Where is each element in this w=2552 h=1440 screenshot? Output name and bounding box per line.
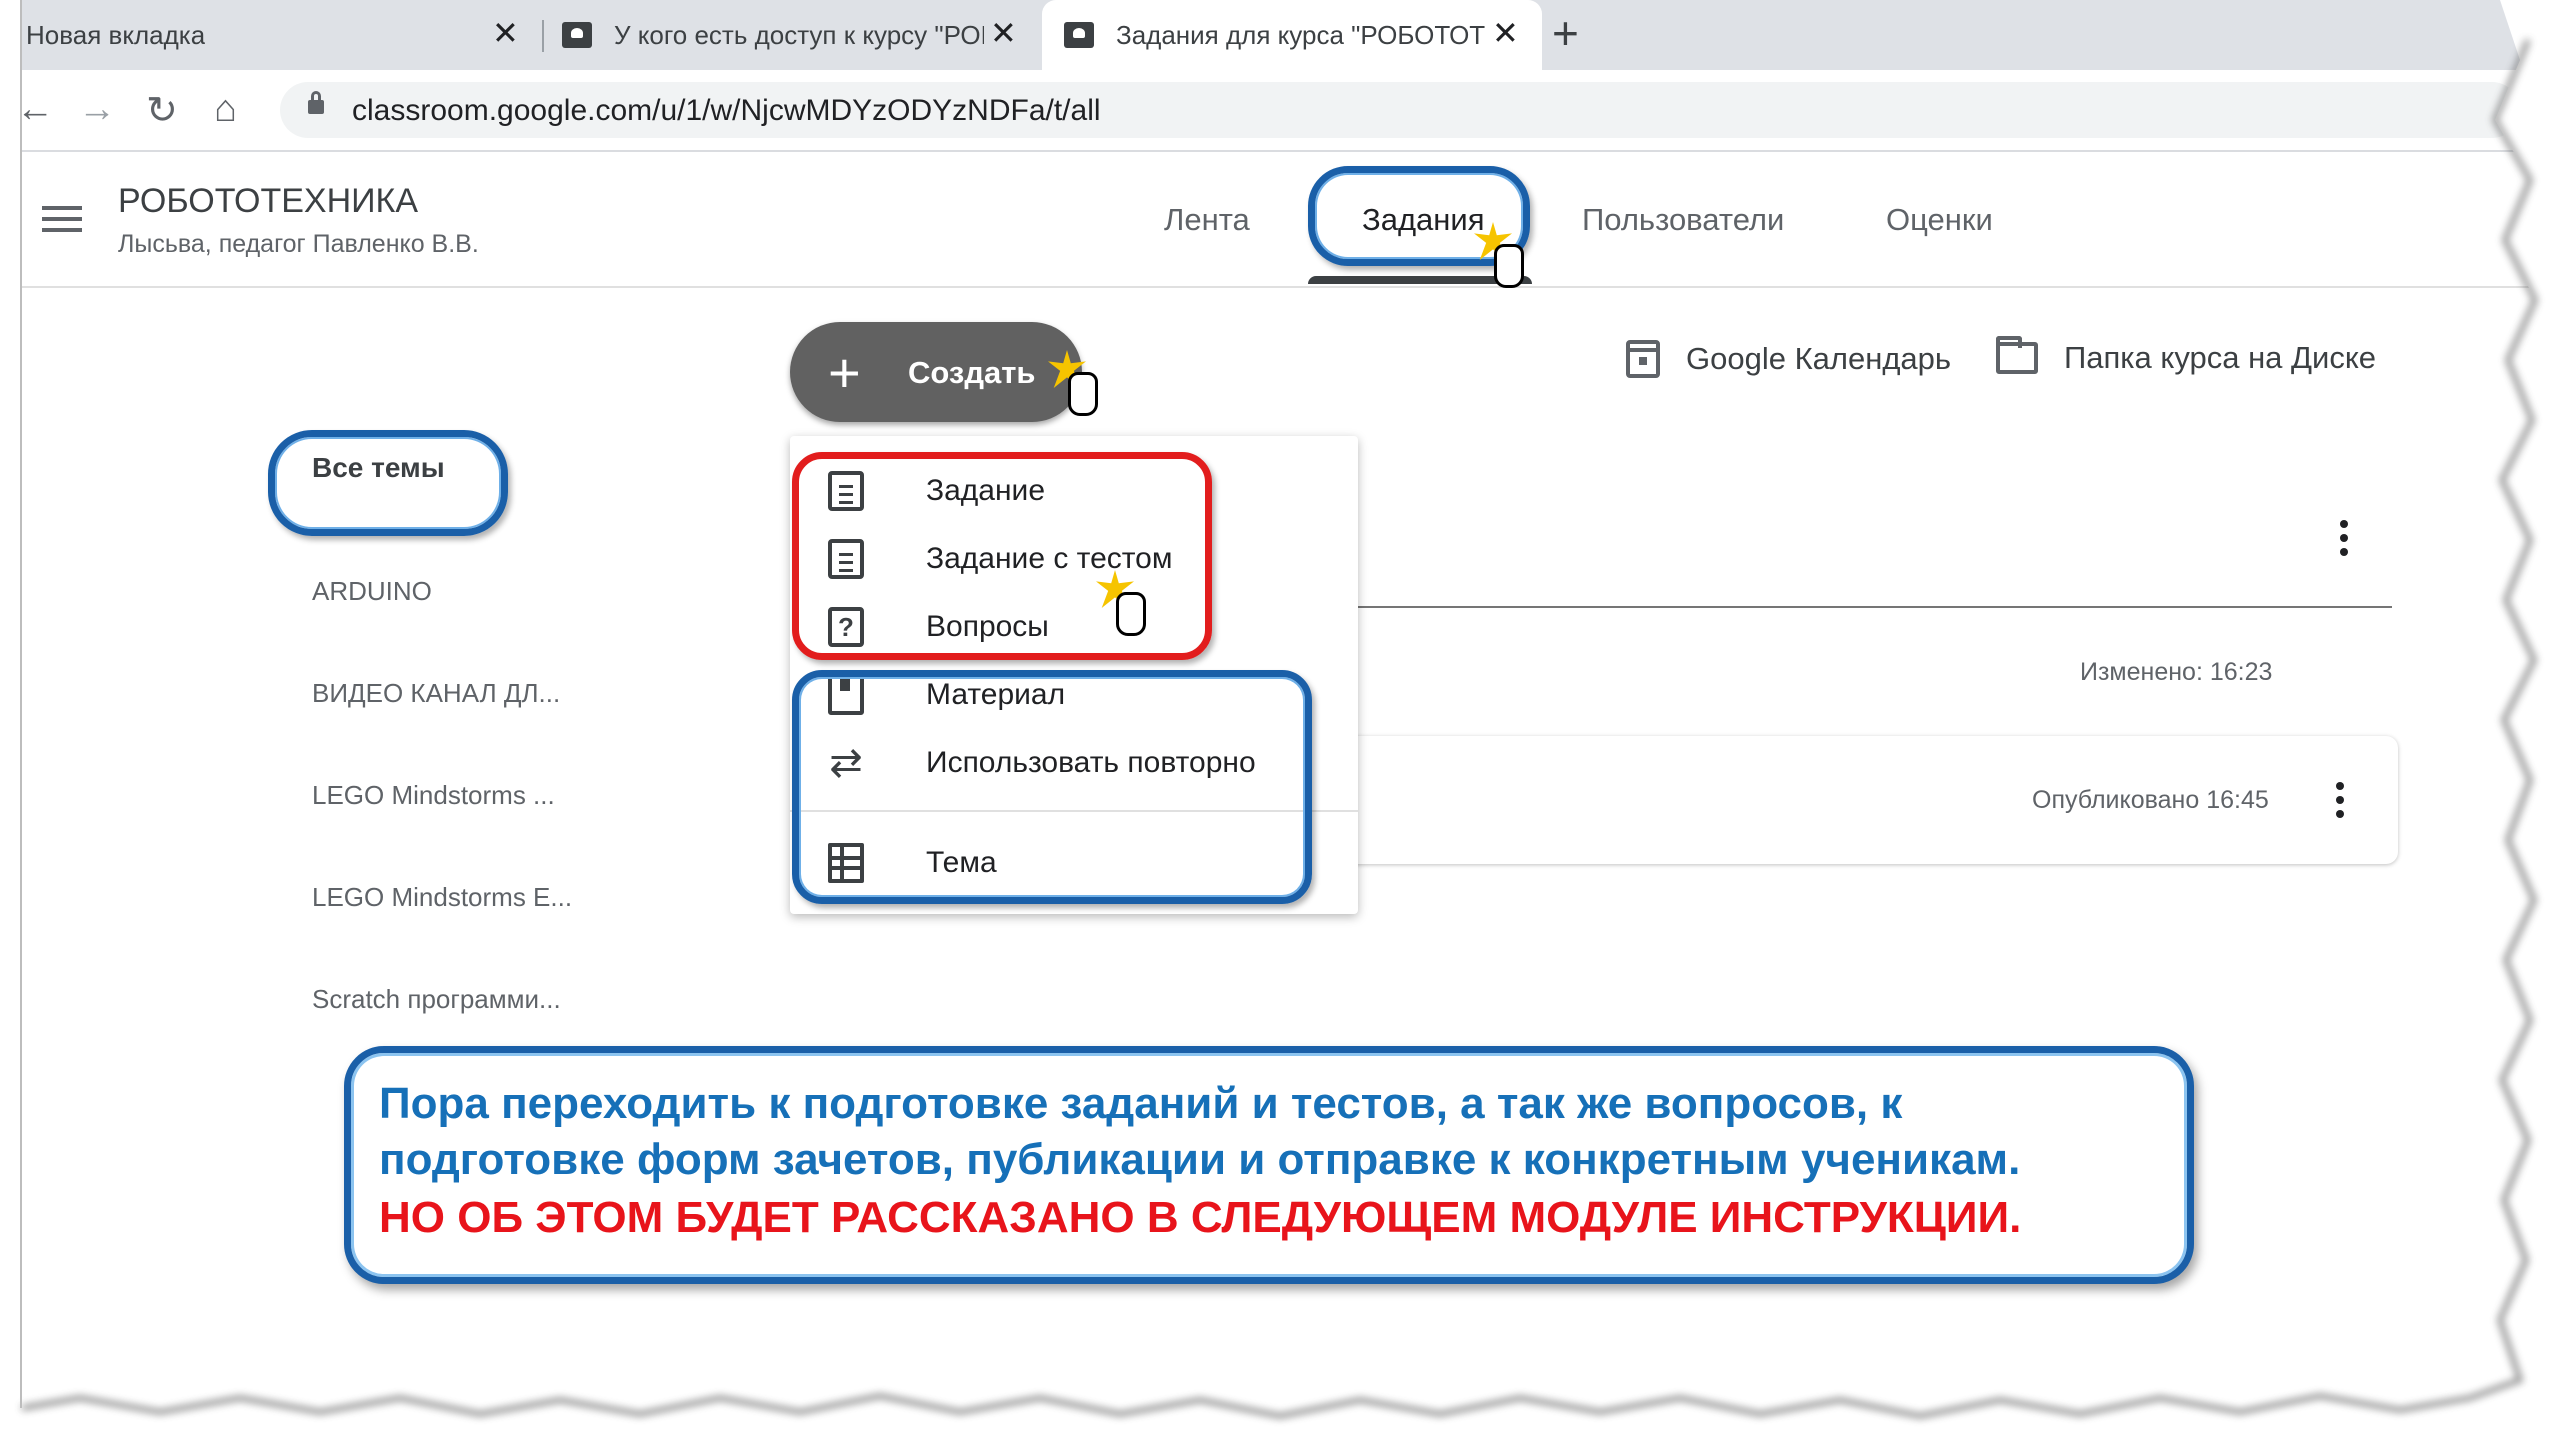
drive-folder-link[interactable]: Папка курса на Диске (1996, 336, 2376, 376)
note-line-3: НО ОБ ЭТОМ БУДЕТ РАССКАЗАНО В СЛЕДУЮЩЕМ … (379, 1193, 2022, 1242)
course-subtitle: Лысьва, педагог Павленко В.В. (118, 230, 479, 258)
tab-title: Новая вкладка (26, 19, 206, 50)
google-calendar-link[interactable]: Google Календарь (1626, 340, 1951, 378)
highlight-all-topics (268, 430, 508, 536)
close-icon[interactable]: ✕ (990, 14, 1017, 52)
highlight-other-items (792, 670, 1312, 904)
tab-grades[interactable]: Оценки (1886, 202, 1993, 238)
tab-title: Задания для курса "РОБОТОТЕХ (1116, 19, 1486, 50)
lock-icon (308, 91, 324, 114)
click-cursor-icon (1096, 570, 1154, 640)
back-arrow-icon[interactable]: ← (22, 88, 54, 131)
topic-item[interactable]: ВИДЕО КАНАЛ ДЛ... (312, 678, 560, 709)
browser-tab-access[interactable]: У кого есть доступ к курсу "РОБ ✕ (562, 0, 1032, 70)
address-bar[interactable]: classroom.google.com/u/1/w/NjcwMDYzODYzN… (280, 82, 2520, 138)
more-options-icon[interactable] (2340, 520, 2348, 560)
modified-time: Изменено: 16:23 (2080, 658, 2273, 686)
note-line-2: подготовке форм зачетов, публикации и от… (379, 1135, 2021, 1184)
create-button[interactable]: + Создать (790, 322, 1082, 422)
topic-item[interactable]: LEGO Mindstorms E... (312, 882, 572, 913)
topic-divider (1322, 606, 2392, 608)
home-icon[interactable]: ⌂ (214, 88, 237, 131)
published-time: Опубликовано 16:45 (2032, 786, 2269, 814)
click-cursor-icon (1474, 222, 1532, 292)
click-cursor-icon (1048, 350, 1106, 420)
browser-toolbar: ← → ↻ ⌂ classroom.google.com/u/1/w/NjcwM… (22, 70, 2532, 152)
tab-people[interactable]: Пользователи (1582, 202, 1784, 238)
calendar-link-label: Google Календарь (1686, 341, 1952, 376)
main-menu-icon[interactable] (42, 206, 82, 232)
forward-arrow-icon[interactable]: → (78, 88, 116, 131)
note-line-1: Пора переходить к подготовке заданий и т… (379, 1079, 1903, 1128)
classroom-header: РОБОТОТЕХНИКА Лысьва, педагог Павленко В… (22, 152, 2532, 288)
classroom-favicon-icon (1064, 22, 1094, 48)
screenshot-frame: Новая вкладка ✕ У кого есть доступ к кур… (22, 0, 2532, 1405)
browser-tab-strip: Новая вкладка ✕ У кого есть доступ к кур… (22, 0, 2532, 70)
course-title: РОБОТОТЕХНИКА (118, 182, 419, 220)
plus-icon: + (828, 341, 861, 404)
folder-icon (1996, 336, 2038, 374)
new-tab-button[interactable]: + (1552, 6, 1579, 60)
more-options-icon[interactable] (2336, 782, 2344, 822)
post-card[interactable]: Опубликовано 16:45 (1302, 736, 2398, 864)
topic-item[interactable]: Scratch программи... (312, 984, 561, 1015)
tab-separator (542, 20, 544, 52)
create-button-label: Создать (908, 355, 1036, 390)
browser-tab-new[interactable]: Новая вкладка ✕ (22, 0, 542, 70)
drive-link-label: Папка курса на Диске (2064, 340, 2376, 375)
close-icon[interactable]: ✕ (1492, 14, 1519, 52)
calendar-icon (1626, 340, 1660, 378)
url-text: classroom.google.com/u/1/w/NjcwMDYzODYzN… (352, 94, 1101, 127)
classroom-favicon-icon (562, 22, 592, 48)
topic-item[interactable]: ARDUINO (312, 576, 432, 607)
tab-stream[interactable]: Лента (1164, 202, 1250, 238)
instruction-note: Пора переходить к подготовке заданий и т… (344, 1046, 2194, 1284)
topic-item[interactable]: LEGO Mindstorms ... (312, 780, 555, 811)
tab-title: У кого есть доступ к курсу "РОБ (614, 19, 984, 50)
close-icon[interactable]: ✕ (492, 14, 519, 52)
browser-tab-assignments[interactable]: Задания для курса "РОБОТОТЕХ ✕ (1042, 0, 1542, 70)
reload-icon[interactable]: ↻ (146, 88, 178, 133)
